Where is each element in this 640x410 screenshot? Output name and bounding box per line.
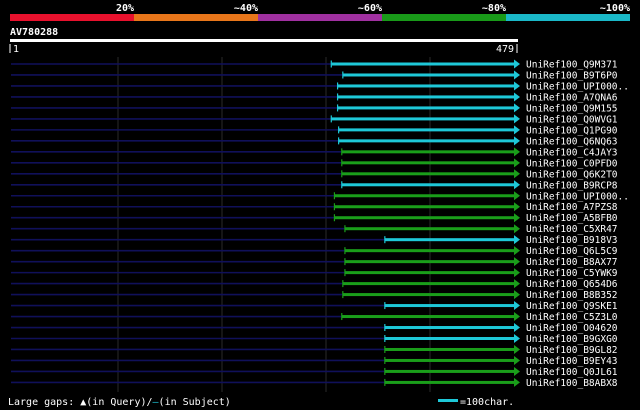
hit-label[interactable]: UniRef100_A5BFB0	[526, 213, 618, 224]
scale-label: 20%	[116, 3, 134, 14]
scale-segment	[10, 14, 134, 21]
scale-label: ~60%	[358, 3, 382, 14]
hit-aligned-bar[interactable]	[337, 95, 514, 99]
hit-label[interactable]: UniRef100_B9RCP8	[526, 180, 618, 191]
query-end-label: 479	[496, 44, 514, 55]
scale-segment	[382, 14, 506, 21]
scale-bar-label: =100char.	[460, 397, 514, 408]
hit-aligned-bar[interactable]	[384, 337, 514, 340]
scale-bar-swatch	[438, 399, 458, 402]
scale-segment	[506, 14, 630, 21]
hit-aligned-bar[interactable]	[384, 369, 514, 373]
blast-overview-canvas: 20% ~40% ~60% ~80% ~100% AV780288 1 479 UniR…	[0, 0, 640, 410]
hit-aligned-bar[interactable]	[384, 380, 514, 384]
hit-label[interactable]: UniRef100_Q1PG90	[526, 125, 618, 136]
hit-aligned-bar[interactable]	[331, 62, 514, 66]
hit-aligned-bar[interactable]	[344, 260, 514, 264]
hit-label[interactable]: UniRef100_C4JAY3	[526, 147, 618, 158]
hit-label[interactable]: UniRef100_Q9M371	[526, 60, 618, 71]
hit-aligned-bar[interactable]	[344, 249, 514, 253]
hit-label[interactable]: UniRef100_O04620	[526, 323, 618, 334]
hit-label[interactable]: UniRef100_Q6K2T0	[526, 169, 618, 180]
hit-label[interactable]: UniRef100_Q6L5C9	[526, 246, 618, 257]
hit-aligned-bar[interactable]	[344, 227, 514, 231]
hit-aligned-bar[interactable]	[341, 161, 514, 165]
hit-label[interactable]: UniRef100_UPI000..	[526, 191, 629, 202]
query-start-label: 1	[13, 44, 19, 55]
hit-label[interactable]: UniRef100_C5XR47	[526, 224, 618, 235]
hit-label[interactable]: UniRef100_C5Z3L0	[526, 312, 618, 323]
hit-label[interactable]: UniRef100_C5YWK9	[526, 268, 618, 279]
hit-label[interactable]: UniRef100_B8AX77	[526, 257, 618, 268]
hit-aligned-bar[interactable]	[384, 326, 514, 330]
hit-aligned-bar[interactable]	[344, 271, 514, 275]
hit-aligned-bar[interactable]	[334, 205, 514, 209]
hit-label[interactable]: UniRef100_B9T6P0	[526, 70, 618, 81]
hit-label[interactable]: UniRef100_Q654D6	[526, 279, 618, 290]
hit-aligned-bar[interactable]	[331, 117, 514, 121]
hit-aligned-bar[interactable]	[334, 194, 514, 198]
hit-aligned-bar[interactable]	[384, 304, 514, 308]
hit-label[interactable]: UniRef100_Q9SKE1	[526, 301, 618, 312]
hit-label[interactable]: UniRef100_Q9M155	[526, 103, 618, 114]
scale-label: ~40%	[234, 3, 258, 14]
hit-aligned-bar[interactable]	[342, 282, 514, 286]
hit-aligned-bar[interactable]	[334, 216, 514, 220]
hit-aligned-bar[interactable]	[341, 150, 514, 154]
scale-label: ~80%	[482, 3, 506, 14]
hit-label[interactable]: UniRef100_Q0JL61	[526, 367, 618, 378]
hit-label[interactable]: UniRef100_B918V3	[526, 235, 618, 246]
gaps-legend: Large gaps: ▲(in Query)/‒(in Subject)	[8, 397, 231, 408]
hit-aligned-bar[interactable]	[337, 84, 514, 88]
hit-label[interactable]: UniRef100_B8ABX8	[526, 378, 618, 389]
query-name: AV780288	[10, 27, 58, 38]
hit-label[interactable]: UniRef100_B8B352	[526, 290, 618, 301]
hit-aligned-bar[interactable]	[338, 128, 514, 132]
hit-label[interactable]: UniRef100_A7QNA6	[526, 92, 618, 103]
hit-aligned-bar[interactable]	[338, 139, 514, 143]
hit-aligned-bar[interactable]	[341, 183, 514, 187]
query-bar	[10, 39, 518, 42]
hit-aligned-bar[interactable]	[341, 315, 514, 319]
hit-aligned-bar[interactable]	[341, 172, 514, 176]
hit-label[interactable]: UniRef100_B9EY43	[526, 356, 618, 367]
scale-segment	[134, 14, 258, 21]
hit-label[interactable]: UniRef100_B9GXG0	[526, 334, 618, 345]
hit-aligned-bar[interactable]	[342, 293, 514, 297]
hit-aligned-bar[interactable]	[342, 73, 514, 77]
hit-label[interactable]: UniRef100_A7PZS8	[526, 202, 618, 213]
hit-aligned-bar[interactable]	[337, 106, 514, 110]
hit-label[interactable]: UniRef100_Q6NQ63	[526, 136, 618, 147]
hit-label[interactable]: UniRef100_B9GL82	[526, 345, 618, 356]
hit-aligned-bar[interactable]	[384, 238, 514, 242]
hit-aligned-bar[interactable]	[384, 347, 514, 351]
scale-segment	[258, 14, 382, 21]
hit-label[interactable]: UniRef100_UPI000..	[526, 81, 629, 92]
hit-label[interactable]: UniRef100_C0PFD0	[526, 158, 618, 169]
hit-label[interactable]: UniRef100_Q0WVG1	[526, 114, 618, 125]
hit-aligned-bar[interactable]	[384, 358, 514, 362]
scale-label: ~100%	[600, 3, 630, 14]
